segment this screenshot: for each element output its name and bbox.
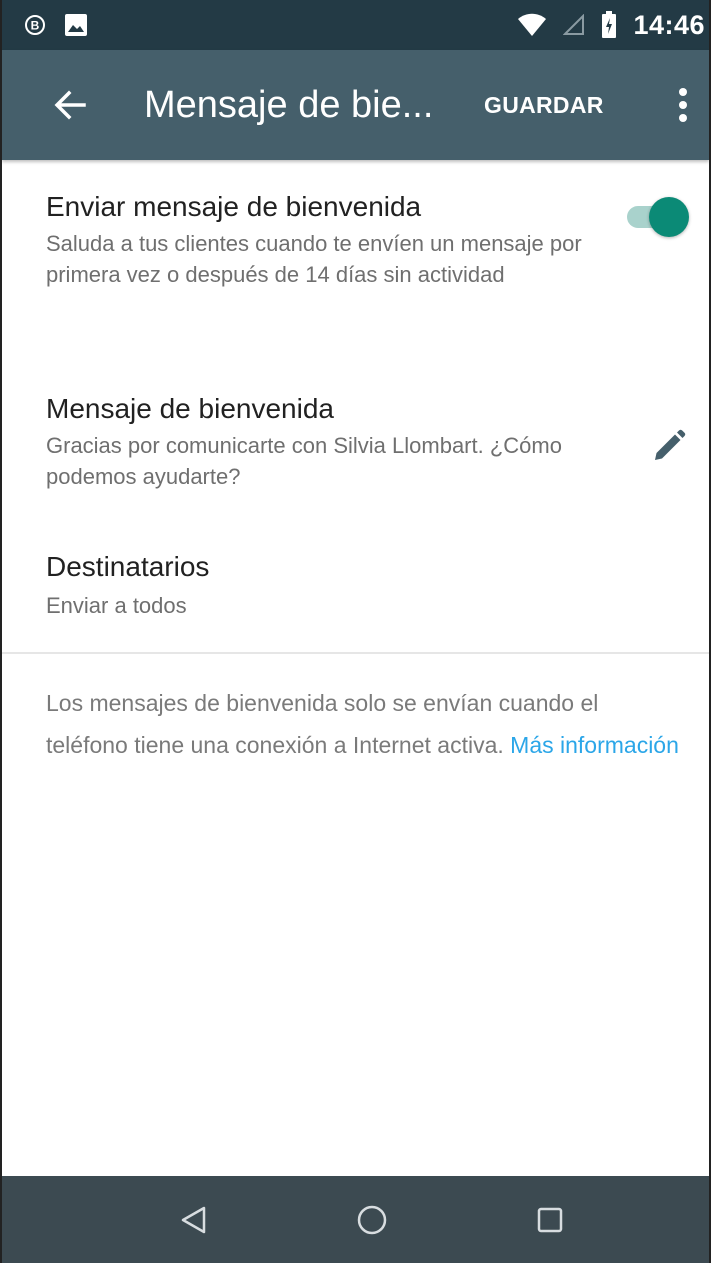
- status-time: 14:46: [633, 9, 705, 40]
- app-bar: Mensaje de bie... GUARDAR: [2, 50, 709, 160]
- battery-icon: [601, 11, 617, 39]
- save-button[interactable]: GUARDAR: [484, 92, 604, 119]
- nav-back-button[interactable]: [164, 1190, 224, 1250]
- page-title: Mensaje de bie...: [144, 83, 434, 126]
- whatsapp-business-icon: B: [24, 14, 46, 36]
- screen: B 14:46 Mensaje de bie... GUARDAR Enviar…: [0, 0, 711, 1263]
- send-welcome-subtitle: Saluda a tus clientes cuando te envíen u…: [46, 231, 582, 287]
- welcome-message-setting[interactable]: Mensaje de bienvenida Gracias por comuni…: [2, 370, 709, 530]
- status-left: B: [2, 13, 88, 37]
- back-button[interactable]: [42, 77, 98, 133]
- more-info-link[interactable]: Más información: [510, 732, 679, 758]
- nav-recents-button[interactable]: [520, 1190, 580, 1250]
- nav-back-icon: [179, 1205, 209, 1235]
- recipients-setting[interactable]: Destinatarios Enviar a todos: [2, 530, 709, 630]
- more-options-button[interactable]: [671, 77, 695, 133]
- status-right: 14:46: [517, 10, 709, 41]
- system-nav-bar: [2, 1176, 709, 1263]
- status-bar: B 14:46: [2, 0, 709, 50]
- wifi-icon: [517, 13, 547, 37]
- recipients-value: Enviar a todos: [46, 593, 187, 618]
- svg-text:B: B: [31, 19, 40, 33]
- welcome-message-title: Mensaje de bienvenida: [46, 393, 334, 424]
- back-arrow-icon: [54, 89, 86, 121]
- more-vert-icon: [678, 87, 688, 123]
- recipients-title: Destinatarios: [46, 551, 210, 582]
- settings-content: Enviar mensaje de bienvenida Saluda a tu…: [2, 160, 709, 766]
- signal-icon: [563, 14, 585, 36]
- info-note: Los mensajes de bienvenida solo se envía…: [2, 654, 709, 766]
- image-notification-icon: [64, 13, 88, 37]
- nav-recents-icon: [535, 1205, 565, 1235]
- toggle-thumb: [649, 197, 689, 237]
- nav-home-icon: [356, 1204, 388, 1236]
- send-welcome-title: Enviar mensaje de bienvenida: [46, 191, 422, 222]
- welcome-message-text: Gracias por comunicarte con Silvia Llomb…: [46, 433, 562, 489]
- nav-home-button[interactable]: [342, 1190, 402, 1250]
- pencil-icon: [652, 429, 686, 463]
- edit-message-button[interactable]: [649, 426, 689, 466]
- send-welcome-setting[interactable]: Enviar mensaje de bienvenida Saluda a tu…: [2, 160, 709, 370]
- send-welcome-toggle[interactable]: [623, 196, 689, 237]
